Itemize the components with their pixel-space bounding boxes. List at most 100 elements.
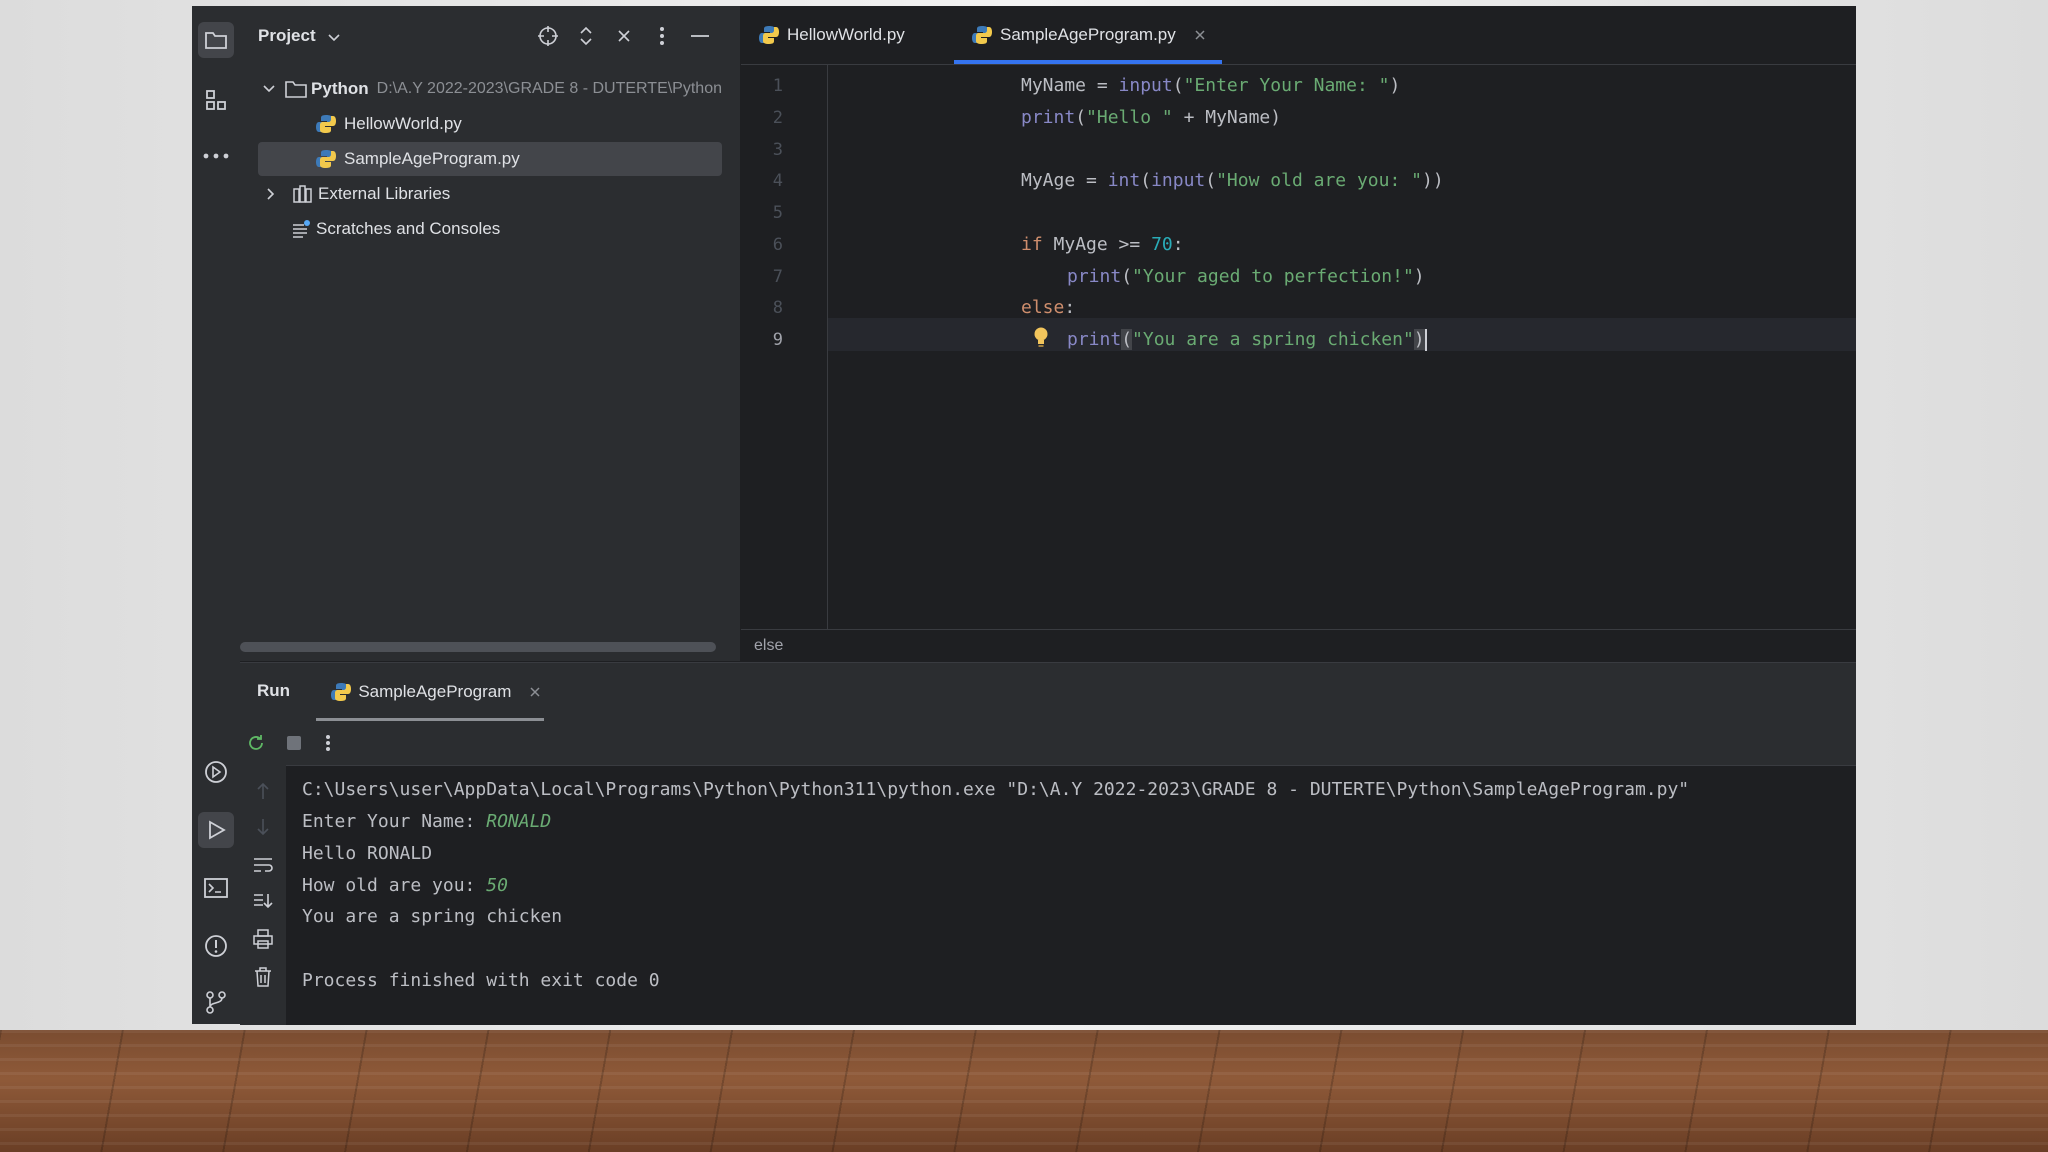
project-title[interactable]: Project [258,26,316,46]
stop-icon[interactable] [282,731,306,755]
folder-icon [285,80,307,98]
tab-hellowworld[interactable]: HellowWorld.py [757,6,947,64]
bulb-icon[interactable] [1031,324,1051,350]
chevron-down-icon[interactable] [258,84,279,94]
code-token: ( [1075,107,1087,128]
soft-wrap-icon[interactable] [251,853,275,877]
library-icon [290,185,316,203]
code-token: : [1172,234,1184,255]
code-token: print [1067,329,1122,350]
problems-icon[interactable] [198,928,234,964]
code-area[interactable]: MyName = input("Enter Your Name: ") prin… [741,64,1856,629]
down-arrow-icon[interactable] [251,815,275,839]
more-icon[interactable] [198,138,234,174]
code-token: + MyName) [1172,107,1282,128]
code-token: ) [1413,266,1425,287]
code-token: print [1067,266,1122,287]
tab-label: HellowWorld.py [787,25,905,44]
expand-collapse-icon[interactable] [574,24,598,48]
console-user-input: 50 [486,875,508,896]
python-file-icon [314,114,338,134]
console-prompt: How old are you: [302,875,487,896]
code-token: "Enter Your Name: " [1183,75,1390,96]
kebab-icon[interactable] [322,731,334,755]
minimize-icon[interactable] [688,24,712,48]
services-icon[interactable] [198,754,234,790]
breadcrumb-item[interactable]: else [754,637,783,655]
code-token: "You are a spring chicken" [1132,329,1414,350]
project-panel-header: Project [240,6,740,66]
tree-root-python[interactable]: Python D:\A.Y 2022-2023\GRADE 8 - DUTERT… [258,72,722,106]
git-icon[interactable] [198,984,234,1020]
code-token: MyName [1021,75,1087,96]
code-line-2: print("Hello " + MyName) [1021,107,1281,128]
root-folder-name: Python [311,79,369,98]
close-icon[interactable] [525,686,544,698]
code-token: ) [1413,329,1425,350]
console-line: Enter Your Name: RONALD [302,811,551,832]
chevron-right-icon[interactable] [258,187,284,201]
code-token: "How old are you: " [1216,170,1422,191]
code-token: ) [1389,75,1401,96]
run-panel: Run SampleAgeProgram C:\Users\user\AppDa… [240,662,1856,1025]
python-file-icon [330,682,352,702]
code-token: int [1107,170,1141,191]
code-token: ( [1172,75,1184,96]
code-token: MyAge >= [1042,234,1152,255]
file-name: HellowWorld.py [344,114,462,133]
structure-icon[interactable] [198,82,234,118]
tree-scratches[interactable]: Scratches and Consoles [258,212,722,246]
close-icon[interactable] [612,24,636,48]
tree-file-sampleageprogram[interactable]: SampleAgeProgram.py [258,142,722,176]
code-token: ( [1121,329,1133,350]
tree-file-hellowworld[interactable]: HellowWorld.py [258,107,722,141]
console-line: You are a spring chicken [302,906,563,927]
close-icon[interactable] [1190,29,1210,41]
code-editor: HellowWorld.py SampleAgeProgram.py 1 2 3… [741,6,1856,661]
rerun-icon[interactable] [244,731,268,755]
target-icon[interactable] [536,24,560,48]
run-tab-sampleageprogram[interactable]: SampleAgeProgram [316,663,544,721]
console-exit-line: Process finished with exit code 0 [302,970,660,991]
code-token: )) [1422,170,1444,191]
code-token: print [1021,107,1076,128]
code-line-9: print("You are a spring chicken") [1067,329,1427,351]
code-token: = [1086,75,1119,96]
code-token: ( [1205,170,1217,191]
up-arrow-icon[interactable] [251,779,275,803]
run-tab-label: SampleAgeProgram [358,682,512,701]
tab-sampleageprogram[interactable]: SampleAgeProgram.py [954,6,1222,64]
code-token: input [1118,75,1173,96]
code-line-4: MyAge = int(input("How old are you: ")) [1021,170,1444,191]
code-token: : [1064,297,1076,318]
scroll-end-icon[interactable] [251,889,275,913]
console-line: How old are you: 50 [302,875,508,896]
run-title: Run [257,681,291,700]
horizontal-scrollbar[interactable] [240,642,716,652]
scratches-icon [290,220,314,238]
run-side-toolbar [240,765,286,1025]
print-icon[interactable] [251,927,275,951]
kebab-icon[interactable] [650,24,674,48]
console-user-input: RONALD [486,811,552,832]
python-file-icon [757,25,781,45]
folder-icon[interactable] [198,22,234,58]
code-token: input [1151,170,1206,191]
trash-icon[interactable] [251,965,275,989]
external-libraries-label: External Libraries [318,184,451,203]
text-cursor [1424,329,1427,351]
code-token: = [1075,170,1108,191]
terminal-icon[interactable] [198,870,234,906]
code-line-6: if MyAge >= 70: [1021,234,1184,255]
console-command: C:\Users\user\AppData\Local\Programs\Pyt… [302,779,1690,800]
run-icon[interactable] [198,812,234,848]
code-token: MyAge [1021,170,1076,191]
code-token: 70 [1151,234,1173,255]
tree-external-libraries[interactable]: External Libraries [258,177,722,211]
code-token: "Your aged to perfection!" [1132,266,1414,287]
wood-floor-background [0,1030,2048,1152]
project-panel: Project Python D:\A.Y 2022-2023\GRADE 8 … [240,6,741,661]
code-line-1: MyName = input("Enter Your Name: ") [1021,75,1400,96]
tab-label: SampleAgeProgram.py [1000,25,1176,44]
chevron-down-icon[interactable] [322,26,346,50]
